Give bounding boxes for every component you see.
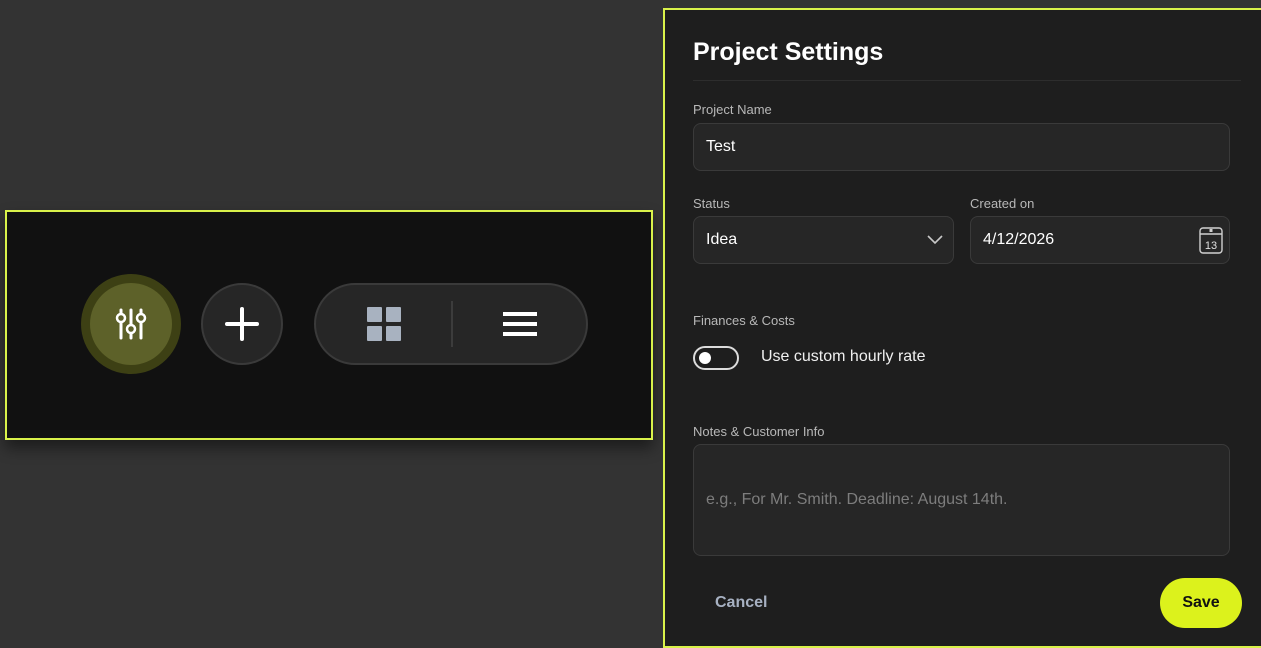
notes-textarea[interactable]: e.g., For Mr. Smith. Deadline: August 14…: [693, 444, 1230, 556]
status-label: Status: [693, 196, 730, 211]
project-name-input[interactable]: Test: [693, 123, 1230, 171]
list-view-button[interactable]: [453, 285, 586, 363]
view-toggle: [314, 283, 588, 365]
status-value: Idea: [706, 231, 738, 248]
chevron-down-icon: [927, 235, 943, 245]
cancel-button[interactable]: Cancel: [715, 594, 767, 612]
notes-label: Notes & Customer Info: [693, 424, 825, 439]
project-settings-panel: Project Settings Project Name Test Statu…: [663, 8, 1261, 648]
sliders-icon: [115, 308, 147, 340]
plus-icon: [225, 307, 259, 341]
filter-button[interactable]: [81, 274, 181, 374]
created-on-label: Created on: [970, 196, 1035, 211]
title-divider: [693, 80, 1241, 81]
filter-button-inner: [90, 283, 172, 365]
status-select[interactable]: Idea: [693, 216, 954, 264]
add-button[interactable]: [201, 283, 283, 365]
notes-placeholder: e.g., For Mr. Smith. Deadline: August 14…: [706, 491, 1008, 508]
grid-icon: [367, 307, 401, 341]
grid-view-button[interactable]: [316, 285, 452, 363]
calendar-icon[interactable]: 13: [1198, 225, 1224, 255]
project-name-value: Test: [706, 138, 736, 155]
custom-rate-label: Use custom hourly rate: [761, 348, 926, 365]
created-on-date-input[interactable]: 4/12/2026 13: [970, 216, 1230, 264]
toolbar-panel: [5, 210, 653, 440]
toggle-knob: [699, 352, 711, 364]
list-icon: [502, 312, 537, 336]
page-title: Project Settings: [693, 38, 884, 66]
save-button[interactable]: Save: [1160, 578, 1242, 628]
project-name-label: Project Name: [693, 102, 772, 117]
created-on-value: 4/12/2026: [983, 231, 1055, 248]
calendar-day: 13: [1205, 240, 1217, 252]
custom-rate-toggle[interactable]: [693, 346, 739, 370]
finances-label: Finances & Costs: [693, 313, 795, 328]
